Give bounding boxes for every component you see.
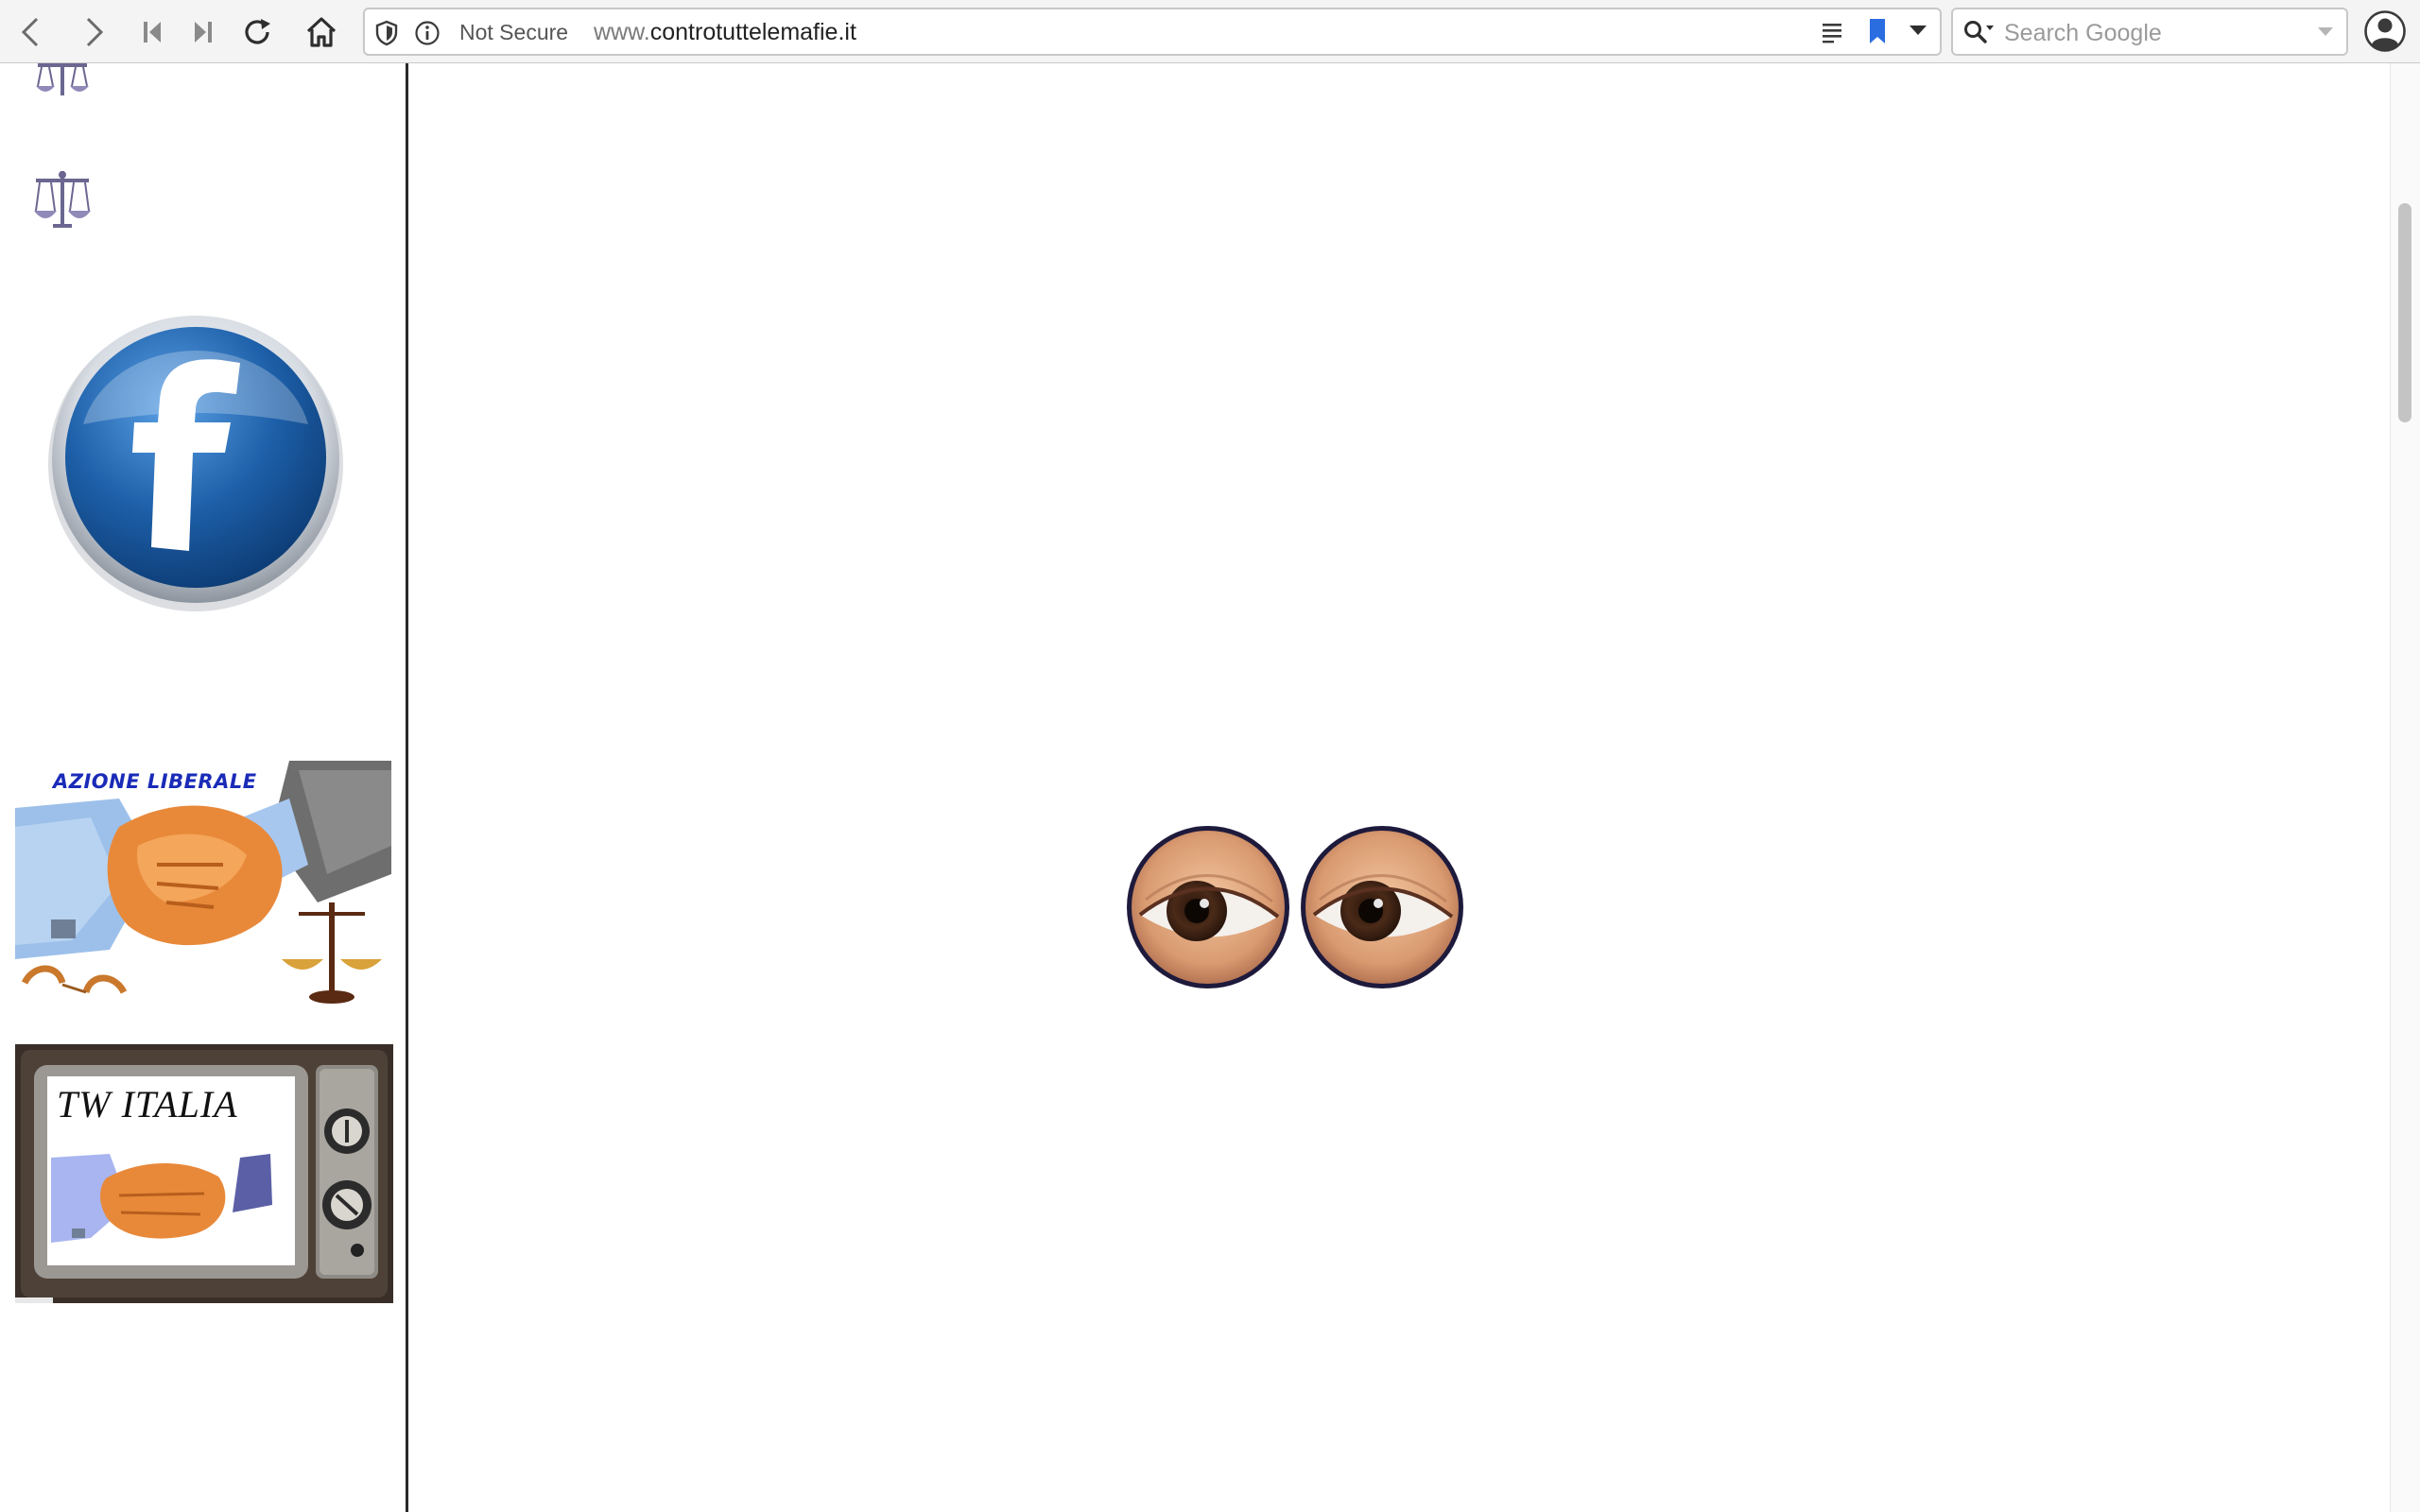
url-domain: controtuttelemafie.it <box>649 19 856 45</box>
sidebar: AZIONE LIBERALE TW ITALIA <box>0 63 408 1512</box>
chevron-right-icon <box>86 17 104 47</box>
url-prefix: www. <box>594 19 650 45</box>
profile-button[interactable] <box>2363 9 2407 58</box>
scales-icon[interactable] <box>30 63 95 99</box>
security-label: Not Secure <box>459 20 569 44</box>
bookmark-icon[interactable] <box>1866 17 1889 45</box>
browser-toolbar: Not Secure www.controtuttelemafie.it Sea… <box>0 0 2420 63</box>
azione-liberale-banner[interactable]: AZIONE LIBERALE <box>15 761 391 1008</box>
dropdown-icon[interactable] <box>1908 23 1928 38</box>
azione-banner-title: AZIONE LIBERALE <box>53 770 257 793</box>
reader-view-icon[interactable] <box>1821 21 1845 43</box>
eyes-image[interactable] <box>1125 824 1465 990</box>
search-icon[interactable] <box>1962 19 1995 47</box>
user-avatar-icon <box>2364 10 2406 52</box>
skip-back-icon <box>144 22 161 43</box>
scales-icon[interactable] <box>30 169 95 230</box>
search-bar[interactable]: Search Google <box>1951 8 2348 56</box>
fast-forward-button[interactable] <box>180 9 225 55</box>
handshake-scales-image <box>15 761 391 1008</box>
home-icon <box>306 17 337 47</box>
tv-banner-title: TW ITALIA <box>57 1083 238 1125</box>
vertical-scrollbar[interactable] <box>2390 63 2420 1512</box>
reload-button[interactable] <box>234 9 280 55</box>
shield-icon[interactable] <box>374 20 399 46</box>
left-eye <box>1127 826 1289 988</box>
back-button[interactable] <box>8 9 53 55</box>
info-icon[interactable] <box>414 20 441 46</box>
chevron-left-icon <box>21 17 39 47</box>
url-text[interactable]: www.controtuttelemafie.it <box>594 19 856 45</box>
reload-icon <box>245 19 270 44</box>
skip-forward-icon <box>195 22 212 43</box>
right-eye <box>1301 826 1463 988</box>
tw-italia-banner[interactable]: TW ITALIA <box>15 1044 393 1303</box>
rewind-button[interactable] <box>130 9 176 55</box>
scrollbar-thumb[interactable] <box>2398 203 2411 422</box>
home-button[interactable] <box>299 9 344 55</box>
url-bar[interactable]: Not Secure www.controtuttelemafie.it <box>363 8 1942 56</box>
forward-button[interactable] <box>72 9 117 55</box>
facebook-button[interactable] <box>45 311 346 611</box>
main-content <box>408 63 2390 1512</box>
search-engine-dropdown-icon[interactable] <box>2316 26 2335 39</box>
search-input[interactable]: Search Google <box>2004 20 2162 46</box>
